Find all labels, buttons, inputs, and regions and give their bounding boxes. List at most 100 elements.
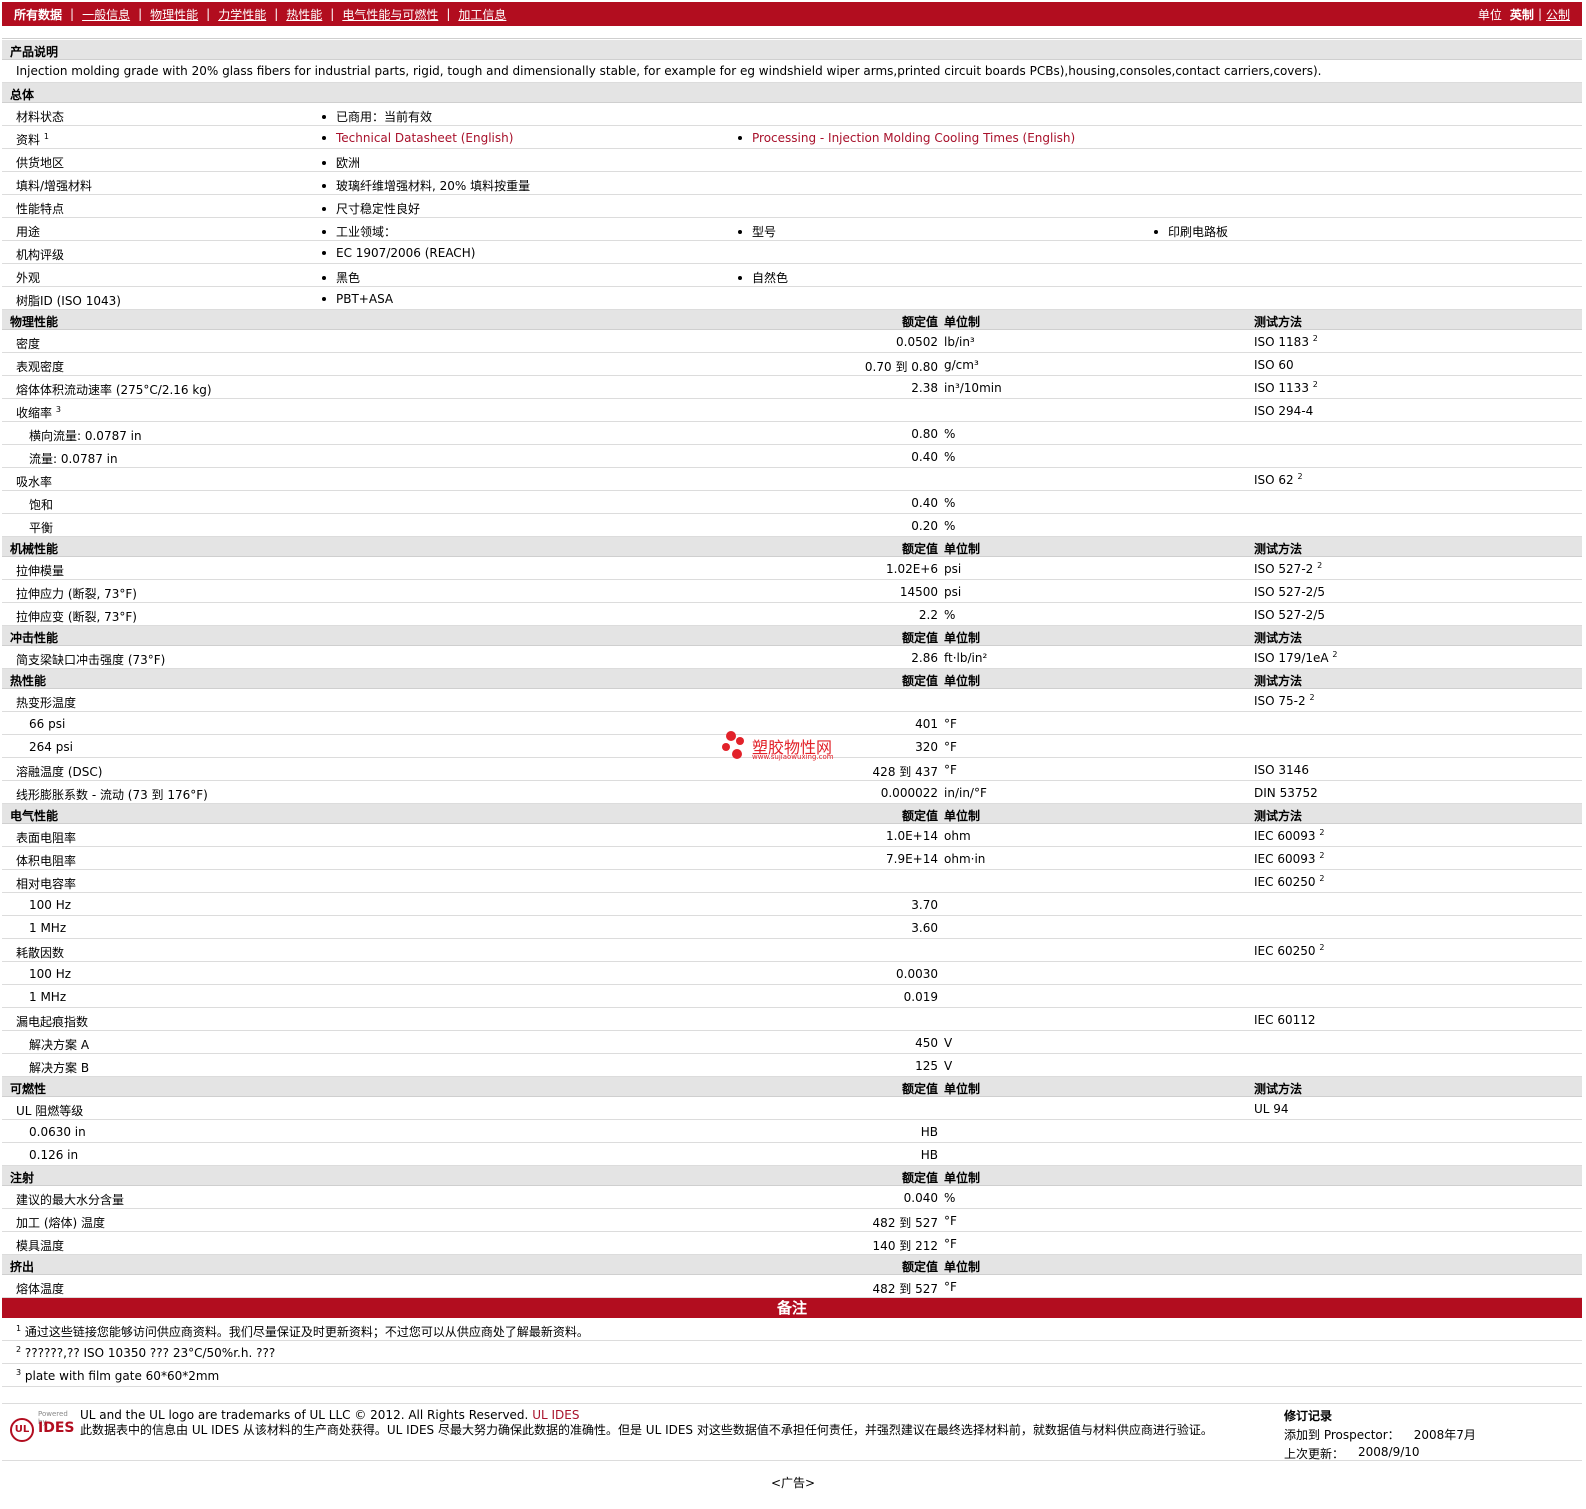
nav-link[interactable]: 一般信息 — [74, 6, 138, 23]
notes-header: 备注 — [2, 1298, 1582, 1318]
footnote-marker: 2 — [1319, 943, 1325, 952]
method-header: 测试方法 — [1254, 315, 1303, 329]
unit-value: in³/10min — [944, 381, 1002, 395]
unit-value: ohm·in — [944, 852, 986, 866]
section-title: 冲击性能 — [10, 631, 59, 645]
property-label: 熔体体积流动速率 (275°C/2.16 kg) — [16, 381, 212, 398]
updated-value: 2008/9/10 — [1358, 1445, 1420, 1459]
nav-link[interactable]: 所有数据 — [12, 6, 70, 23]
property-label: 线形膨胀系数 - 流动 (73 到 176°F) — [16, 786, 208, 803]
property-label-text: 流量: 0.0787 in — [29, 452, 118, 466]
unit-value: % — [944, 1191, 956, 1205]
nav-link[interactable]: 加工信息 — [450, 6, 514, 23]
property-label-text: 树脂ID (ISO 1043) — [16, 294, 121, 308]
ul-ides-logo[interactable]: UL Powered by IDES — [8, 1408, 74, 1444]
section-title: 机械性能 — [10, 542, 59, 556]
property-label-text: 解决方案 A — [29, 1038, 90, 1052]
property-label: 1 MHz — [29, 921, 66, 935]
test-method: DIN 53752 — [1254, 786, 1318, 800]
property-label: 树脂ID (ISO 1043) — [16, 292, 121, 309]
test-method: ISO 3146 — [1254, 763, 1309, 777]
property-label-text: 简支梁缺口冲击强度 (73°F) — [16, 653, 166, 667]
document-link[interactable]: Technical Datasheet (English) — [322, 131, 513, 145]
property-row: 流量: 0.0787 in 0.40% — [2, 445, 1582, 468]
ad-label[interactable]: <广告> — [0, 1474, 1586, 1491]
section-header: 物理性能 额定值 单位制 测试方法 — [2, 310, 1582, 330]
property-label: 流量: 0.0787 in — [29, 450, 118, 467]
nominal-value: 7.9E+14 — [886, 852, 938, 866]
section-title: 物理性能 — [10, 315, 59, 329]
property-label-text: 模具温度 — [16, 1239, 65, 1253]
property-value: 黑色 — [322, 269, 360, 286]
nominal-value: 140 到 212 — [872, 1239, 938, 1253]
property-label: 加工 (熔体) 温度 — [16, 1214, 105, 1231]
section-title: 挤出 — [10, 1260, 35, 1274]
property-label: 表观密度 — [16, 358, 64, 375]
property-row: 拉伸应力 (断裂, 73°F) 14500 psi ISO 527-2/5 — [2, 580, 1582, 603]
top-nav-bar: 所有数据 | 一般信息 | 物理性能 | 力学性能 | 热性能 | 电气性能与可燃性 | 加工信息 单位… — [2, 2, 1582, 26]
unit-header: 单位制 — [944, 674, 981, 688]
property-label-text: 0.126 in — [29, 1148, 79, 1162]
note-body: 通过这些链接您能够访问供应商资料。我们尽量保证及时更新资料；不过您可以从供应商处… — [24, 1325, 589, 1339]
property-label-text: 外观 — [16, 271, 41, 285]
property-row: 熔体温度 482 到 527 °F — [2, 1275, 1582, 1298]
nav-link[interactable]: 力学性能 — [210, 6, 274, 23]
unit-english-option[interactable]: 英制 — [1506, 6, 1538, 23]
property-value: PBT+ASA — [322, 292, 393, 306]
revision-header: 修订记录 — [1284, 1409, 1333, 1423]
property-label-text: 漏电起痕指数 — [16, 1015, 89, 1029]
method-header: 测试方法 — [1254, 809, 1303, 823]
property-label: 材料状态 — [16, 108, 64, 125]
general-row: 用途 工业领域： 型号 印刷电路板 — [2, 218, 1582, 241]
property-label: 100 Hz — [29, 898, 71, 912]
revision-history: 修订记录 添加到 Prospector： 2008年7月 上次更新： 2008/… — [1284, 1407, 1476, 1462]
property-label: 吸水率 — [16, 473, 52, 490]
unit-value: in/in/°F — [944, 786, 987, 800]
product-description-row: Injection molding grade with 20% glass f… — [2, 60, 1582, 83]
property-label: 建议的最大水分含量 — [16, 1191, 124, 1208]
ides-logo-text: IDES — [38, 1420, 75, 1436]
test-method-text: UL 94 — [1254, 1102, 1289, 1116]
property-label: 拉伸应变 (断裂, 73°F) — [16, 608, 137, 625]
bullet-icon — [322, 206, 326, 211]
document-link[interactable]: Processing - Injection Molding Cooling T… — [738, 131, 1075, 145]
property-label-text: 熔体温度 — [16, 1282, 65, 1296]
unit-value: % — [944, 450, 956, 464]
test-method: ISO 527-2/5 — [1254, 585, 1325, 599]
general-row: 材料状态 已商用：当前有效 — [2, 103, 1582, 126]
property-value: 欧洲 — [322, 154, 360, 171]
test-method-text: DIN 53752 — [1254, 786, 1318, 800]
unit-value: °F — [944, 740, 957, 754]
value-text: 工业领域： — [336, 225, 397, 239]
property-label-text: 材料状态 — [16, 110, 65, 124]
property-label: 熔体温度 — [16, 1280, 64, 1297]
property-row: 表观密度 0.70 到 0.80 g/cm³ ISO 60 — [2, 353, 1582, 376]
unit-header: 单位制 — [944, 1082, 981, 1096]
test-method: ISO 60 — [1254, 358, 1294, 372]
property-value: EC 1907/2006 (REACH) — [322, 246, 475, 260]
test-method: ISO 527-2 2 — [1254, 562, 1322, 577]
nominal-value: 0.000022 — [880, 786, 938, 800]
property-label: 填料/增强材料 — [16, 177, 92, 194]
footnote-marker: 2 — [1319, 828, 1325, 837]
nominal-value: 2.2 — [918, 608, 938, 622]
unit-metric-link[interactable]: 公制 — [1542, 6, 1574, 23]
nav-link[interactable]: 电气性能与可燃性 — [334, 6, 446, 23]
added-value: 2008年7月 — [1413, 1428, 1476, 1442]
watermark-logo: 塑胶物性网 www.sujiaowuxing.com — [722, 729, 862, 765]
bullet-icon — [322, 135, 326, 140]
section-header: 注射 额定值 单位制 — [2, 1166, 1582, 1186]
method-header: 测试方法 — [1254, 674, 1303, 688]
nav-link[interactable]: 物理性能 — [142, 6, 206, 23]
footnote-marker: 2 — [1319, 851, 1325, 860]
property-label: 模具温度 — [16, 1237, 64, 1254]
method-header: 测试方法 — [1254, 542, 1303, 556]
ul-ides-link[interactable]: UL IDES — [532, 1408, 579, 1422]
unit-value: °F — [944, 1280, 957, 1294]
bullet-icon — [738, 229, 742, 234]
nav-link[interactable]: 热性能 — [278, 6, 330, 23]
nominal-value: 3.70 — [911, 898, 938, 912]
property-label-text: 熔体体积流动速率 (275°C/2.16 kg) — [16, 383, 212, 397]
test-method-text: IEC 60250 — [1254, 944, 1316, 958]
property-label: 饱和 — [29, 496, 53, 513]
